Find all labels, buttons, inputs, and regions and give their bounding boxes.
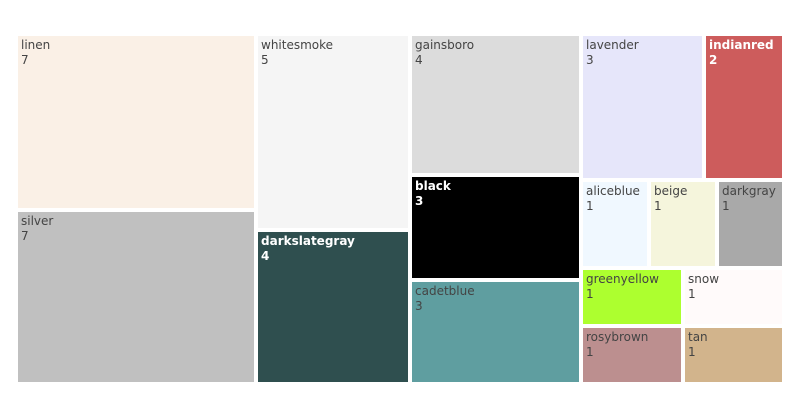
tile-snow: snow1 [685, 270, 782, 324]
tile-label-tan: tan [688, 330, 708, 344]
tile-aliceblue: aliceblue1 [583, 182, 647, 266]
tile-value-snow: 1 [688, 287, 696, 301]
tile-label-greenyellow: greenyellow [586, 272, 659, 286]
tile-label-snow: snow [688, 272, 719, 286]
tile-label-linen: linen [21, 38, 50, 52]
tile-rect-lavender [583, 36, 702, 178]
tile-value-darkslategray: 4 [261, 249, 269, 263]
tile-value-beige: 1 [654, 199, 662, 213]
tile-value-greenyellow: 1 [586, 287, 594, 301]
tile-label-aliceblue: aliceblue [586, 184, 640, 198]
tile-rect-whitesmoke [258, 36, 408, 228]
tile-greenyellow: greenyellow1 [583, 270, 681, 324]
tile-label-silver: silver [21, 214, 53, 228]
tile-linen: linen7 [18, 36, 254, 208]
tile-value-rosybrown: 1 [586, 345, 594, 359]
tile-label-indianred: indianred [709, 38, 774, 52]
tile-darkgray: darkgray1 [719, 182, 782, 266]
tile-darkslategray: darkslategray4 [258, 232, 408, 382]
tile-cadetblue: cadetblue3 [412, 282, 579, 382]
tile-label-whitesmoke: whitesmoke [261, 38, 333, 52]
tile-value-darkgray: 1 [722, 199, 730, 213]
tile-label-rosybrown: rosybrown [586, 330, 648, 344]
tile-value-indianred: 2 [709, 53, 717, 67]
tile-label-gainsboro: gainsboro [415, 38, 474, 52]
tile-value-aliceblue: 1 [586, 199, 594, 213]
tile-value-gainsboro: 4 [415, 53, 423, 67]
tile-rect-indianred [706, 36, 782, 178]
tile-value-black: 3 [415, 194, 423, 208]
tile-rosybrown: rosybrown1 [583, 328, 681, 382]
tile-value-tan: 1 [688, 345, 696, 359]
tile-value-silver: 7 [21, 229, 29, 243]
tile-label-black: black [415, 179, 452, 193]
tile-value-linen: 7 [21, 53, 29, 67]
tile-silver: silver7 [18, 212, 254, 382]
tile-beige: beige1 [651, 182, 715, 266]
tile-black: black3 [412, 177, 579, 278]
treemap-chart: linen7silver7whitesmoke5darkslategray4ga… [18, 36, 782, 382]
tile-label-cadetblue: cadetblue [415, 284, 475, 298]
tile-whitesmoke: whitesmoke5 [258, 36, 408, 228]
tile-rect-darkslategray [258, 232, 408, 382]
tile-label-darkslategray: darkslategray [261, 234, 355, 248]
tile-value-lavender: 3 [586, 53, 594, 67]
tile-tan: tan1 [685, 328, 782, 382]
tile-rect-gainsboro [412, 36, 579, 173]
tile-gainsboro: gainsboro4 [412, 36, 579, 173]
tile-label-beige: beige [654, 184, 687, 198]
tile-value-whitesmoke: 5 [261, 53, 269, 67]
tile-label-lavender: lavender [586, 38, 639, 52]
tile-lavender: lavender3 [583, 36, 702, 178]
tile-rect-silver [18, 212, 254, 382]
tile-indianred: indianred2 [706, 36, 782, 178]
tile-value-cadetblue: 3 [415, 299, 423, 313]
tile-label-darkgray: darkgray [722, 184, 776, 198]
tile-rect-linen [18, 36, 254, 208]
